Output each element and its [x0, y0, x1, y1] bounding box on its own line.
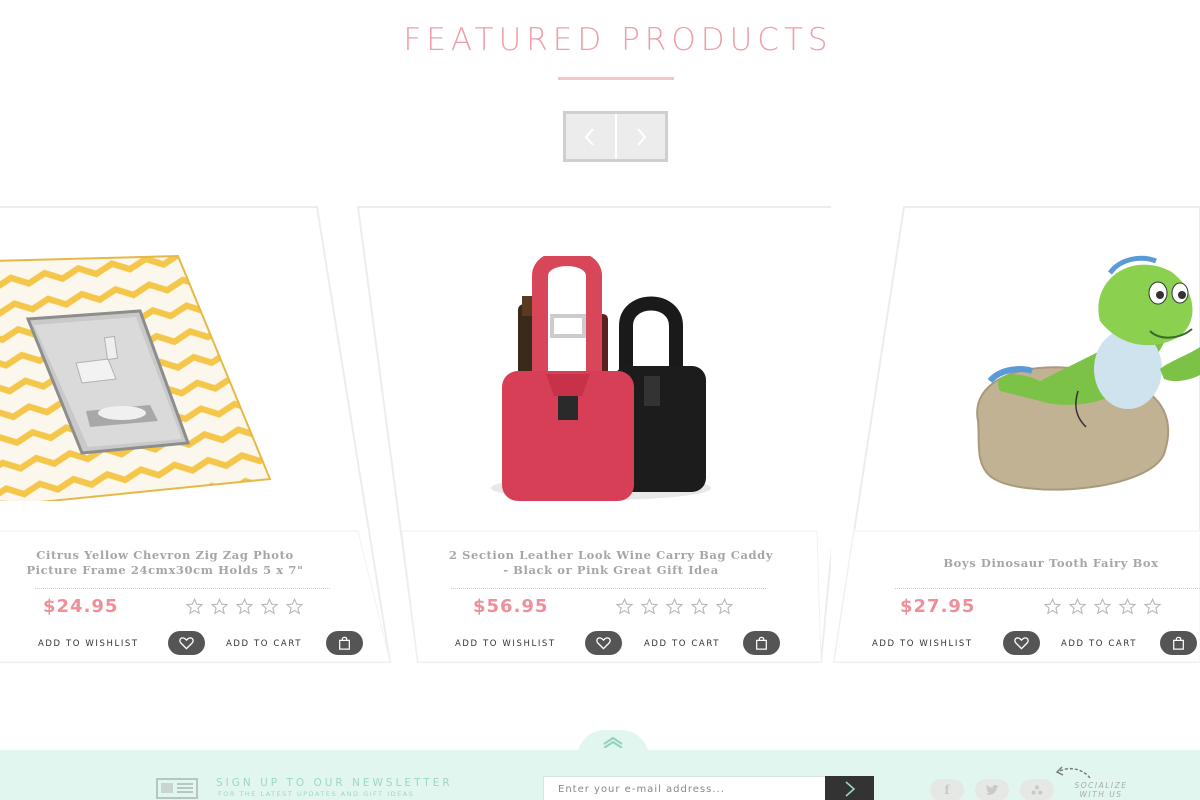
- product-price: $27.95: [900, 596, 976, 617]
- star-icon[interactable]: [286, 598, 303, 615]
- product-name[interactable]: Citrus Yellow Chevron Zig Zag Photo Pict…: [20, 548, 310, 578]
- arrow-right-icon: [844, 781, 855, 797]
- chevron-left-icon: [584, 127, 595, 146]
- star-icon[interactable]: [716, 598, 733, 615]
- rating-stars: [186, 598, 303, 615]
- double-chevron-up-icon: [603, 736, 623, 748]
- twitter-icon[interactable]: [975, 779, 1009, 800]
- chevron-right-icon: [636, 127, 647, 146]
- product-card: 2 Section Leather Look Wine Carry Bag Ca…: [356, 206, 831, 666]
- product-name[interactable]: 2 Section Leather Look Wine Carry Bag Ca…: [426, 548, 796, 578]
- rating-stars: [1044, 598, 1161, 615]
- star-icon[interactable]: [1044, 598, 1061, 615]
- facebook-icon[interactable]: f: [930, 779, 964, 800]
- product-image[interactable]: [960, 251, 1200, 501]
- star-icon[interactable]: [1144, 598, 1161, 615]
- newspaper-icon: [156, 778, 198, 799]
- product-price: $24.95: [43, 596, 119, 617]
- add-to-wishlist-button[interactable]: [168, 631, 205, 655]
- product-card: Boys Dinosaur Tooth Fairy Box $27.95 ADD…: [832, 206, 1200, 666]
- title-underline: [558, 77, 674, 80]
- carousel-nav: [563, 111, 668, 162]
- add-to-cart-button[interactable]: [1160, 631, 1197, 655]
- star-icon[interactable]: [1119, 598, 1136, 615]
- star-icon[interactable]: [1069, 598, 1086, 615]
- star-icon[interactable]: [691, 598, 708, 615]
- star-icon[interactable]: [261, 598, 278, 615]
- heart-icon: [179, 637, 194, 650]
- add-to-wishlist-button[interactable]: [585, 631, 622, 655]
- section-title: FEATURED PRODUCTS: [403, 22, 833, 58]
- name-divider: [451, 588, 766, 589]
- add-to-cart-label[interactable]: ADD TO CART: [1061, 639, 1137, 649]
- add-to-wishlist-label[interactable]: ADD TO WISHLIST: [872, 639, 973, 649]
- add-to-wishlist-label[interactable]: ADD TO WISHLIST: [38, 639, 139, 649]
- back-to-top-button[interactable]: [577, 730, 649, 758]
- newsletter-title: SIGN UP TO OUR NEWSLETTER: [216, 777, 453, 789]
- carousel-prev-button[interactable]: [566, 114, 615, 159]
- social-dots-icon[interactable]: [1020, 779, 1054, 800]
- newsletter-submit-button[interactable]: [825, 776, 874, 800]
- shopping-bag-icon: [756, 636, 767, 650]
- star-icon[interactable]: [1094, 598, 1111, 615]
- newsletter-email-input[interactable]: [543, 776, 828, 800]
- add-to-cart-label[interactable]: ADD TO CART: [644, 639, 720, 649]
- product-name[interactable]: Boys Dinosaur Tooth Fairy Box: [892, 556, 1200, 571]
- star-icon[interactable]: [236, 598, 253, 615]
- shopping-bag-icon: [339, 636, 350, 650]
- add-to-wishlist-button[interactable]: [1003, 631, 1040, 655]
- curved-arrow-icon: [1055, 766, 1091, 779]
- add-to-cart-label[interactable]: ADD TO CART: [226, 639, 302, 649]
- product-price: $56.95: [473, 596, 549, 617]
- star-icon[interactable]: [666, 598, 683, 615]
- product-image[interactable]: [0, 251, 280, 501]
- shopping-bag-icon: [1173, 636, 1184, 650]
- heart-icon: [1014, 637, 1029, 650]
- name-divider: [35, 588, 330, 589]
- name-divider: [895, 588, 1200, 589]
- star-icon[interactable]: [616, 598, 633, 615]
- star-icon[interactable]: [641, 598, 658, 615]
- carousel-next-button[interactable]: [614, 114, 666, 159]
- star-icon[interactable]: [211, 598, 228, 615]
- rating-stars: [616, 598, 733, 615]
- product-card: Citrus Yellow Chevron Zig Zag Photo Pict…: [0, 206, 395, 666]
- product-image[interactable]: [486, 256, 746, 506]
- heart-icon: [596, 637, 611, 650]
- add-to-cart-button[interactable]: [743, 631, 780, 655]
- add-to-wishlist-label[interactable]: ADD TO WISHLIST: [455, 639, 556, 649]
- newsletter-subtitle: FOR THE LATEST UPDATES AND GIFT IDEAS: [218, 790, 415, 798]
- star-icon[interactable]: [186, 598, 203, 615]
- socialize-label: SOCIALIZE WITH US: [1074, 781, 1128, 799]
